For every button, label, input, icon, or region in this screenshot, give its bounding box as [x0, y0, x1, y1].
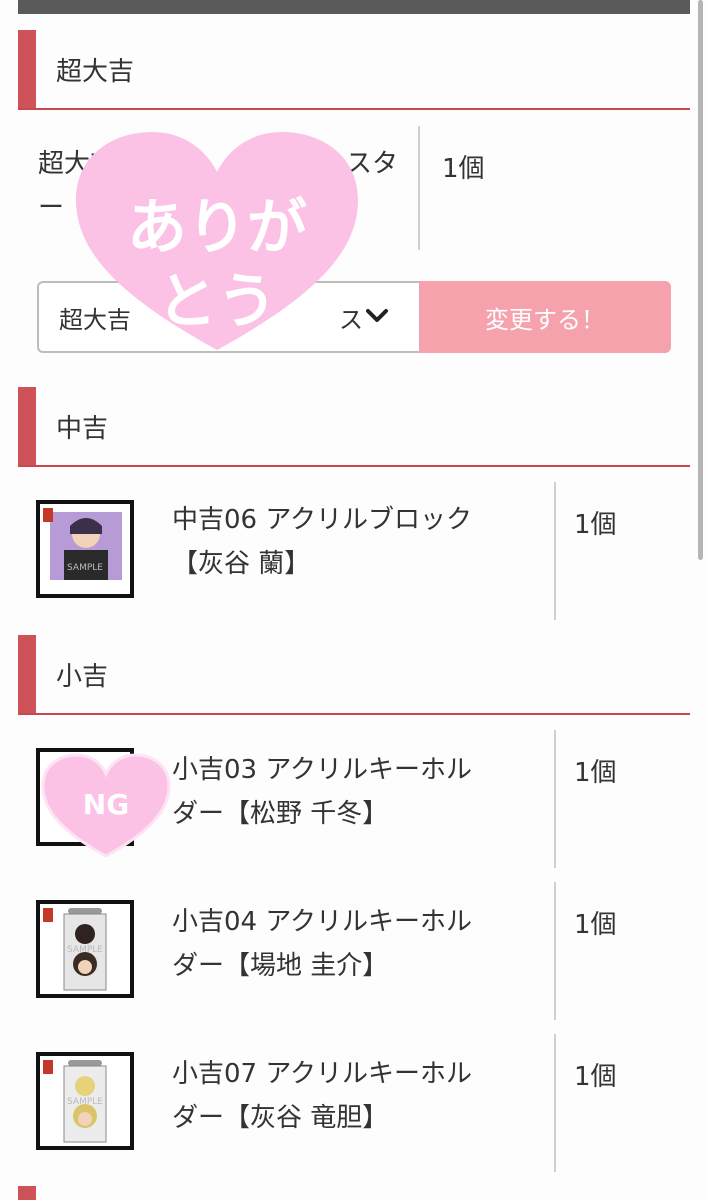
- item-divider: [554, 882, 556, 1020]
- sticker-text-line2: とう: [157, 267, 277, 337]
- item-name: 小吉04 アクリルキーホル ダー【場地 圭介】: [172, 900, 522, 988]
- section-header-chukichi: 中吉: [18, 387, 690, 467]
- section-header-shokichi: 小吉: [18, 635, 690, 715]
- sample-watermark: SAMPLE: [67, 945, 103, 955]
- item-name-line2: ダー【灰谷 竜胆】: [172, 1103, 389, 1133]
- section-title: 超大吉: [56, 56, 135, 87]
- item-quantity: 1個: [574, 910, 617, 940]
- top-bar: [18, 0, 690, 14]
- item-quantity: 1個: [574, 758, 617, 788]
- item-name-line1: 小吉07 アクリルキーホル: [172, 1059, 473, 1089]
- item-name-line2: ダー【場地 圭介】: [172, 951, 389, 981]
- item-name-line2: ダー【松野 千冬】: [172, 799, 389, 829]
- keyholder-image-icon: SAMPLE: [40, 1056, 130, 1146]
- item-quantity: 1個: [442, 154, 485, 184]
- item-divider: [554, 1034, 556, 1172]
- sticker-ng-text: NG: [83, 788, 129, 821]
- item-name-line1: 小吉04 アクリルキーホル: [172, 907, 473, 937]
- item-name: 中吉06 アクリルブロック 【灰谷 蘭】: [172, 498, 522, 586]
- item-thumbnail: SAMPLE: [36, 500, 134, 598]
- item-name-line2: 【灰谷 蘭】: [172, 549, 311, 579]
- acrylic-block-image-icon: SAMPLE: [40, 504, 130, 594]
- section-accent-bar: [18, 635, 36, 713]
- keyholder-image-icon: SAMPLE: [40, 904, 130, 994]
- item-name: 小吉03 アクリルキーホル ダー【松野 千冬】: [172, 748, 522, 836]
- heart-sticker-ng-icon: NG: [41, 753, 171, 858]
- item-thumbnail: SAMPLE: [36, 1052, 134, 1150]
- heart-sticker-thanks-icon: ありが とう: [76, 132, 358, 350]
- item-quantity: 1個: [574, 510, 617, 540]
- section-accent-bar: [18, 30, 36, 108]
- list-item: SAMPLE 中吉06 アクリルブロック 【灰谷 蘭】 1個: [18, 482, 690, 620]
- section-title: 小吉: [56, 661, 109, 692]
- scrollbar[interactable]: [698, 0, 703, 560]
- item-divider: [554, 482, 556, 620]
- section-title: 中吉: [56, 413, 109, 444]
- item-quantity: 1個: [574, 1062, 617, 1092]
- item-divider: [554, 730, 556, 868]
- item-name-line1: 中吉06 アクリルブロック: [172, 505, 473, 535]
- chevron-down-icon: [366, 309, 388, 322]
- item-thumbnail: SAMPLE: [36, 900, 134, 998]
- item-name-line1: 小吉03 アクリルキーホル: [172, 755, 473, 785]
- list-item: SAMPLE 小吉04 アクリルキーホル ダー【場地 圭介】 1個: [18, 882, 690, 1020]
- sample-watermark: SAMPLE: [67, 563, 103, 573]
- sample-watermark: SAMPLE: [67, 1097, 103, 1107]
- section-accent-bar: [18, 387, 36, 465]
- item-divider: [418, 126, 420, 250]
- change-button[interactable]: 変更する！: [419, 281, 671, 353]
- section-header-chodaikichi: 超大吉: [18, 30, 690, 110]
- section-accent-bar: [18, 1186, 36, 1200]
- item-name: 小吉07 アクリルキーホル ダー【灰谷 竜胆】: [172, 1052, 522, 1140]
- sticker-text-line1: ありが: [127, 193, 307, 263]
- list-item: SAMPLE 小吉07 アクリルキーホル ダー【灰谷 竜胆】 1個: [18, 1034, 690, 1172]
